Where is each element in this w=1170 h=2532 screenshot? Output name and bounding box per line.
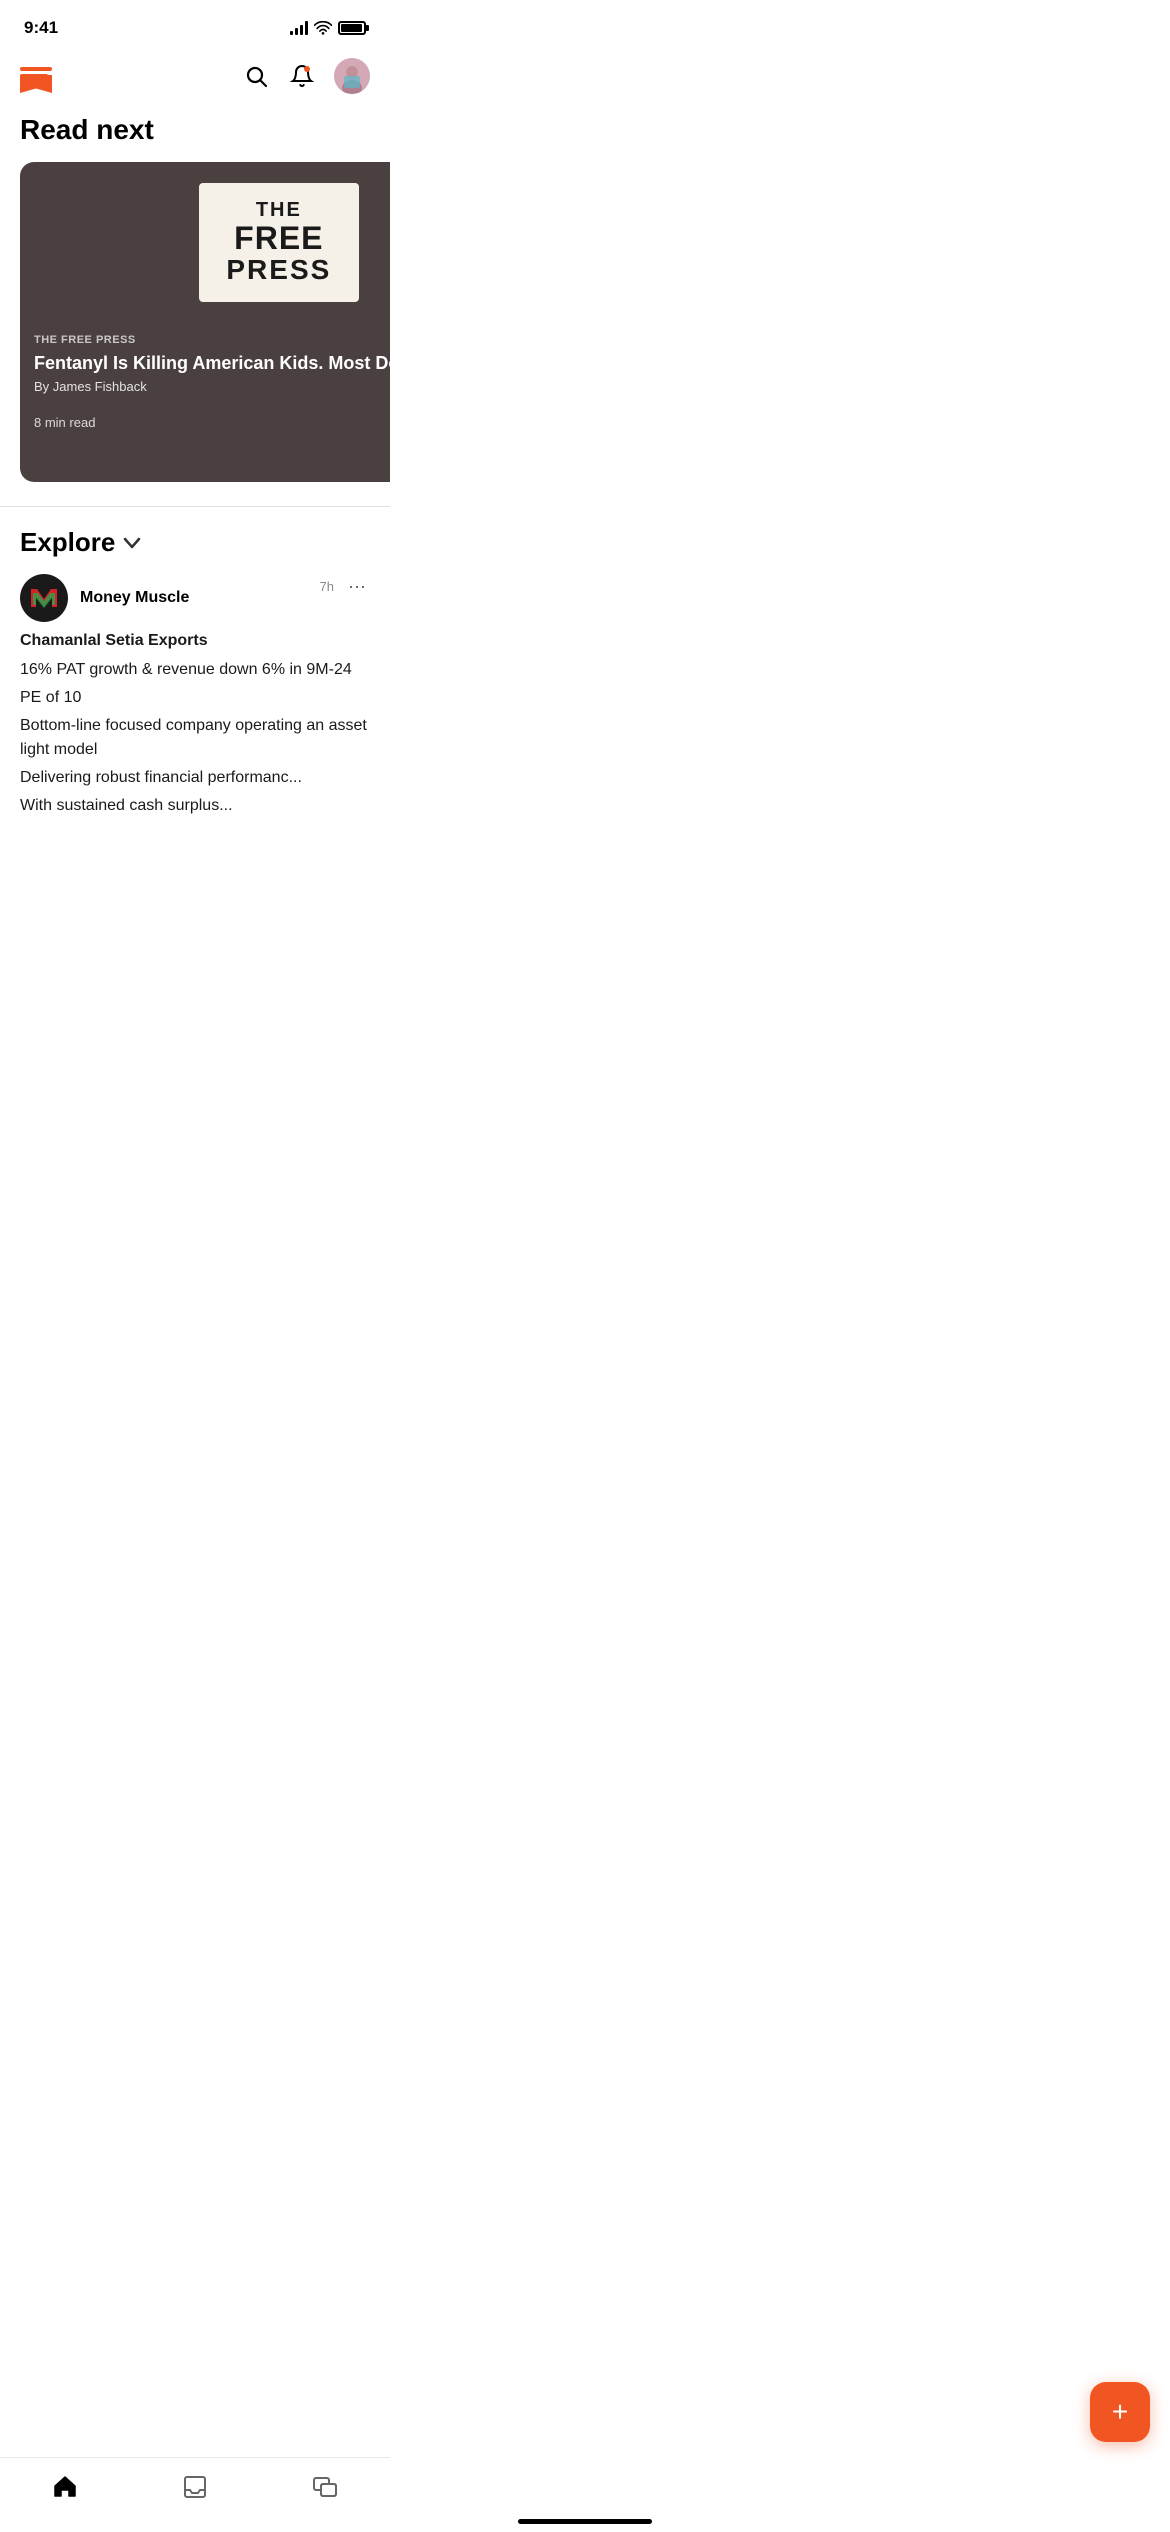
publisher-name: Money Muscle	[80, 589, 189, 607]
logo-press: PRESS	[219, 254, 339, 286]
logo-free: FREE	[219, 222, 339, 254]
card-title: Fentanyl Is Killing American Kids. Most …	[34, 352, 390, 375]
explore-header: Explore	[0, 507, 390, 574]
free-press-logo: THE FREE PRESS	[199, 183, 359, 302]
card-publisher: THE FREE PRESS	[34, 334, 390, 346]
explore-title: Explore	[20, 527, 115, 558]
status-time: 9:41	[24, 18, 58, 38]
nav-home[interactable]	[32, 2470, 98, 2504]
notifications-button[interactable]	[288, 62, 316, 90]
post-subtitle: Chamanlal Setia Exports	[20, 632, 370, 650]
post-meta: Money Muscle	[80, 589, 189, 607]
app-logo[interactable]	[20, 67, 52, 85]
card-image-area: THE FREE PRESS	[20, 162, 390, 322]
post-item[interactable]: Money Muscle 7h ··· Chamanlal Setia Expo…	[0, 574, 390, 838]
post-content: 16% PAT growth & revenue down 6% in 9M-2…	[20, 658, 370, 818]
read-next-cards: THE FREE PRESS THE FREE PRESS Fentanyl I…	[0, 162, 390, 482]
home-indicator	[518, 2519, 652, 2524]
post-line-2: PE of 10	[20, 686, 370, 710]
post-line-5: With sustained cash surplus...	[20, 794, 370, 818]
nav-chat[interactable]	[292, 2470, 358, 2504]
post-line-1: 16% PAT growth & revenue down 6% in 9M-2…	[20, 658, 370, 682]
post-line-4: Delivering robust financial performanc..…	[20, 766, 370, 790]
wifi-icon	[314, 21, 332, 35]
profile-avatar[interactable]	[334, 58, 370, 94]
post-header-left: Money Muscle	[20, 574, 189, 622]
explore-chevron-icon[interactable]	[123, 533, 141, 554]
home-icon	[52, 2474, 78, 2500]
read-next-title: Read next	[0, 106, 390, 162]
signal-icon	[290, 21, 308, 35]
post-more-button[interactable]: ···	[344, 574, 370, 599]
nav-inbox[interactable]	[162, 2470, 228, 2504]
chat-icon	[312, 2474, 338, 2500]
header	[0, 50, 390, 106]
inbox-icon	[182, 2474, 208, 2500]
post-header: Money Muscle 7h ···	[20, 574, 370, 622]
header-actions	[242, 58, 370, 94]
card-author: By James Fishback	[34, 379, 390, 394]
post-header-right: 7h ···	[320, 574, 370, 599]
battery-icon	[338, 21, 366, 35]
card-body: THE FREE PRESS Fentanyl Is Killing Ameri…	[20, 322, 390, 452]
create-fab[interactable]: +	[1090, 2382, 1150, 2442]
bottom-nav	[0, 2457, 390, 2532]
read-time: 8 min read	[34, 415, 95, 430]
publisher-logo	[20, 574, 68, 622]
post-line-3: Bottom-line focused company operating an…	[20, 714, 370, 762]
post-time: 7h	[320, 579, 334, 594]
card-free-press[interactable]: THE FREE PRESS THE FREE PRESS Fentanyl I…	[20, 162, 390, 482]
card-footer: 8 min read ···	[34, 404, 390, 440]
status-bar: 9:41	[0, 0, 390, 50]
logo-the: THE	[219, 199, 339, 222]
fab-icon: +	[1112, 2396, 1128, 2428]
status-icons	[290, 21, 366, 35]
search-button[interactable]	[242, 62, 270, 90]
